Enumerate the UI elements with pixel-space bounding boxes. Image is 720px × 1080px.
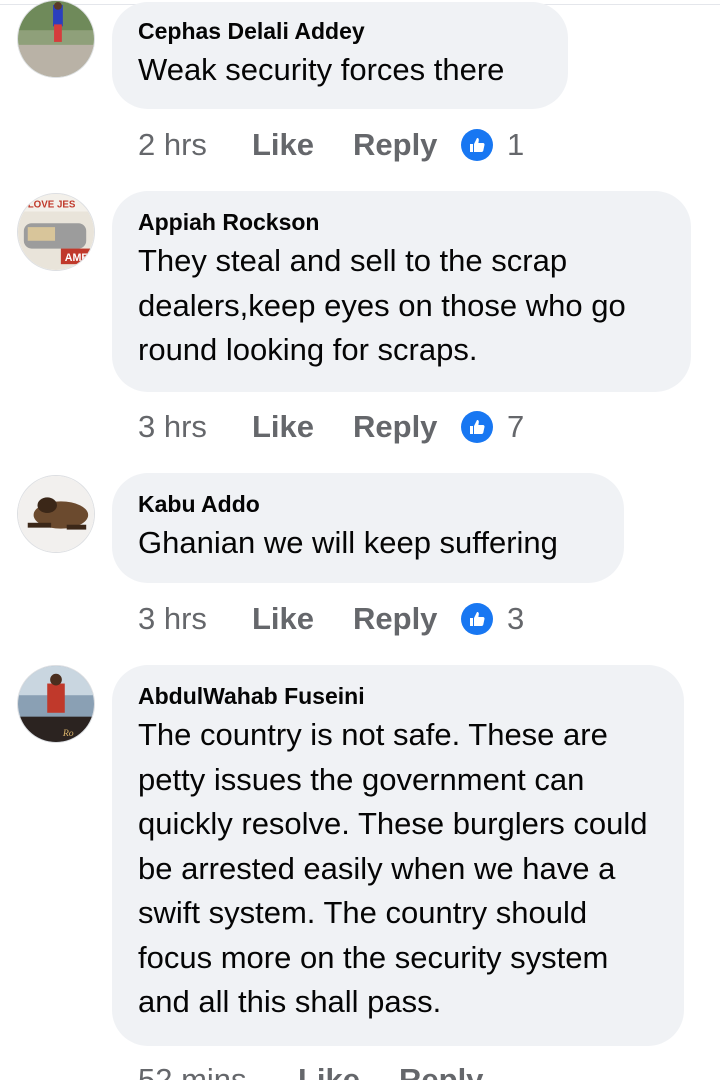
like-icon[interactable] <box>461 603 493 635</box>
like-icon[interactable] <box>461 129 493 161</box>
like-button[interactable]: Like <box>252 127 353 163</box>
like-button[interactable]: Like <box>298 1062 399 1080</box>
comment-author[interactable]: Appiah Rockson <box>138 207 665 237</box>
reaction-count[interactable]: 1 <box>507 127 524 163</box>
comment-text: Ghanian we will keep suffering <box>138 525 558 560</box>
comment-actions: 3 hrs Like Reply 3 <box>138 599 524 639</box>
comment-timestamp[interactable]: 52 mins <box>138 1062 298 1080</box>
comment-bubble: Kabu Addo Ghanian we will keep suffering <box>112 473 624 583</box>
reply-button[interactable]: Reply <box>399 1062 507 1080</box>
avatar[interactable] <box>17 475 95 553</box>
comment-timestamp[interactable]: 3 hrs <box>138 409 252 445</box>
reply-button[interactable]: Reply <box>353 601 461 637</box>
like-button[interactable]: Like <box>252 601 353 637</box>
comment-actions: 2 hrs Like Reply 1 <box>138 125 524 165</box>
comment-actions: 3 hrs Like Reply 7 <box>138 407 524 447</box>
comment-author[interactable]: Kabu Addo <box>138 489 598 519</box>
comment-text: They steal and sell to the scrap dealers… <box>138 243 626 367</box>
like-icon[interactable] <box>461 411 493 443</box>
comment-bubble: Cephas Delali Addey Weak security forces… <box>112 2 568 109</box>
svg-text:AME: AME <box>65 252 89 264</box>
comment-bubble: Appiah Rockson They steal and sell to th… <box>112 191 691 392</box>
comment-text: Weak security forces there <box>138 52 505 87</box>
comment-actions: 52 mins Like Reply <box>138 1060 507 1080</box>
reaction-count[interactable]: 7 <box>507 409 524 445</box>
reply-button[interactable]: Reply <box>353 127 461 163</box>
comment-author[interactable]: AbdulWahab Fuseini <box>138 681 658 711</box>
comment-bubble: AbdulWahab Fuseini The country is not sa… <box>112 665 684 1046</box>
comment-text: The country is not safe. These are petty… <box>138 717 648 1019</box>
reaction-count[interactable]: 3 <box>507 601 524 637</box>
comment-author[interactable]: Cephas Delali Addey <box>138 16 542 46</box>
avatar[interactable] <box>17 0 95 78</box>
avatar[interactable]: Ro <box>17 665 95 743</box>
svg-text:Ro: Ro <box>62 728 74 739</box>
comments-page: Cephas Delali Addey Weak security forces… <box>0 0 720 1080</box>
like-button[interactable]: Like <box>252 409 353 445</box>
svg-text:LOVE JES: LOVE JES <box>28 200 76 211</box>
avatar[interactable]: LOVE JES AME <box>17 193 95 271</box>
comment-timestamp[interactable]: 3 hrs <box>138 601 252 637</box>
comment-timestamp[interactable]: 2 hrs <box>138 127 252 163</box>
reply-button[interactable]: Reply <box>353 409 461 445</box>
